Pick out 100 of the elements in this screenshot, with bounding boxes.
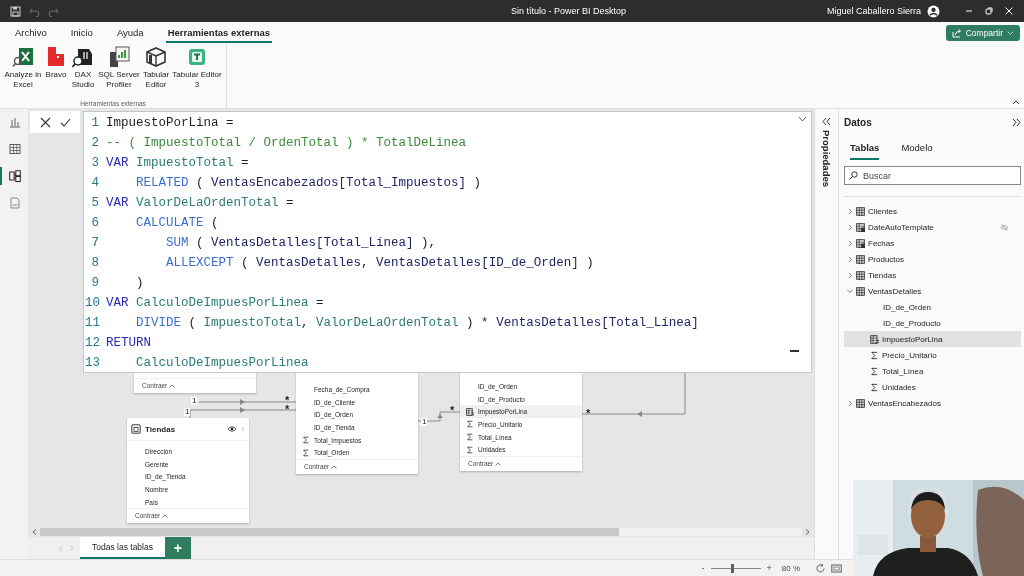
scrollbar[interactable] bbox=[40, 528, 802, 536]
expand-icon[interactable] bbox=[822, 117, 831, 126]
user-avatar-icon[interactable] bbox=[927, 4, 940, 18]
restore-icon[interactable] bbox=[984, 6, 994, 16]
ribbon-tab[interactable]: Ayuda bbox=[114, 23, 146, 43]
ribbon-button[interactable]: Tabular Editor 3 bbox=[172, 44, 222, 92]
fit-to-page-icon[interactable] bbox=[831, 562, 842, 574]
pane-tab[interactable]: Tablas bbox=[850, 140, 880, 160]
code-line: RETURN bbox=[106, 336, 151, 350]
tree-item[interactable]: VentasDetalles bbox=[844, 283, 1021, 299]
tree-item[interactable]: Total_Línea bbox=[844, 363, 1021, 379]
chevron-up-icon bbox=[169, 383, 176, 388]
tree-item[interactable]: Clientes bbox=[844, 203, 1021, 219]
ribbon-button[interactable]: Analyze in Excel bbox=[4, 44, 42, 92]
tree-item[interactable]: ID_de_Orden bbox=[844, 299, 1021, 315]
ribbon-button[interactable]: Bravo bbox=[44, 44, 68, 82]
chevron-right-icon[interactable] bbox=[847, 399, 853, 407]
tabular-editor-icon bbox=[186, 46, 208, 68]
line-number: 11 bbox=[85, 316, 99, 330]
chevron-right-icon[interactable] bbox=[847, 271, 853, 279]
ribbon-tab[interactable]: Archivo bbox=[13, 23, 49, 43]
tree-item[interactable]: Tiendas bbox=[844, 267, 1021, 283]
cardinality-label: * bbox=[284, 405, 291, 413]
relationship-line[interactable] bbox=[189, 407, 297, 419]
formula-editor[interactable] bbox=[83, 111, 812, 373]
share-button[interactable]: Compartir bbox=[945, 25, 1020, 41]
query-icon bbox=[9, 197, 21, 209]
tree-item[interactable]: ImpuestoPorLina bbox=[844, 331, 1021, 347]
search-field[interactable]: Buscar bbox=[844, 166, 1021, 185]
tree-item[interactable]: Fechas bbox=[844, 235, 1021, 251]
cardinality-label: 1 bbox=[191, 397, 198, 405]
line-number: 12 bbox=[85, 336, 99, 350]
tree-item[interactable]: Precio_Unitario bbox=[844, 347, 1021, 363]
cardinality-label: * bbox=[585, 409, 592, 417]
user-name: Miguel Caballero Sierra bbox=[826, 6, 921, 16]
ribbon-button[interactable]: Tabular Editor bbox=[142, 44, 170, 92]
cardinality-label: * bbox=[284, 396, 291, 404]
collapse-icon[interactable] bbox=[1012, 117, 1021, 127]
properties-pane-label[interactable]: Propiedades bbox=[821, 130, 832, 188]
code-line: DIVIDE ( ImpuestoTotal, ValorDeLaOrdenTotal ) * VentasDetalles[Total_Línea] bbox=[135, 316, 699, 330]
line-number: 10 bbox=[85, 296, 99, 310]
line-number: 4 bbox=[90, 176, 99, 190]
search-icon bbox=[849, 171, 858, 180]
cardinality-label: 1 bbox=[421, 418, 428, 426]
ribbon-tab[interactable]: Herramientas externas bbox=[165, 23, 273, 43]
code-line: CalculoDeImpuesPorLinea bbox=[135, 356, 309, 370]
code-line: ImpuestoPorLina = bbox=[106, 116, 234, 130]
code-line: -- ( ImpuestoTotal / OrdenTotal ) * TotalDeLinea bbox=[106, 136, 467, 150]
chevron-up-icon[interactable] bbox=[1012, 99, 1020, 105]
tree-item[interactable]: ID_de_Producto bbox=[844, 315, 1021, 331]
calculated-column-icon bbox=[466, 407, 474, 416]
save-icon[interactable] bbox=[10, 5, 21, 17]
chevron-right-icon[interactable] bbox=[805, 529, 810, 535]
table-icon bbox=[856, 270, 865, 280]
cancel-icon[interactable] bbox=[39, 116, 51, 128]
line-number: 9 bbox=[90, 276, 99, 290]
code-line: VAR ValorDeLaOrdenTotal = bbox=[106, 196, 294, 210]
zoom-out-button[interactable]: - bbox=[700, 563, 706, 573]
chevron-down-icon[interactable] bbox=[798, 116, 807, 122]
window-title: Sin título - Power BI Desktop bbox=[509, 6, 627, 16]
check-icon[interactable] bbox=[59, 116, 71, 128]
tree-item[interactable]: VentasEncabezados bbox=[844, 395, 1021, 411]
chevron-left-icon[interactable] bbox=[32, 529, 37, 535]
hidden-icon[interactable] bbox=[1000, 222, 1009, 232]
line-number: 3 bbox=[90, 156, 99, 170]
code-line: CALCULATE ( bbox=[135, 216, 219, 230]
chevron-up-icon bbox=[162, 513, 169, 518]
cube-icon bbox=[145, 46, 167, 68]
code-line: VAR ImpuestoTotal = bbox=[106, 156, 249, 170]
close-icon[interactable] bbox=[1004, 6, 1014, 16]
page-tab[interactable]: Todas las tablas bbox=[80, 537, 165, 559]
code-line: VAR CalculoDeImpuesPorLinea = bbox=[106, 296, 324, 310]
tree-item[interactable]: Productos bbox=[844, 251, 1021, 267]
code-line: ALLEXCEPT ( VentasDetalles, VentasDetalles[ID_de_Orden] ) bbox=[165, 256, 594, 270]
ribbon-tab[interactable]: Inicio bbox=[68, 23, 95, 43]
relationship-line[interactable] bbox=[417, 411, 461, 422]
chevron-right-icon[interactable] bbox=[847, 239, 853, 247]
table-icon bbox=[856, 398, 865, 408]
chevron-right-icon[interactable] bbox=[847, 207, 853, 215]
relationship-line[interactable] bbox=[198, 399, 297, 405]
chevron-right-icon[interactable] bbox=[847, 223, 853, 231]
table-icon bbox=[856, 206, 865, 216]
add-tab-button[interactable]: + bbox=[164, 537, 191, 559]
line-number: 6 bbox=[90, 216, 99, 230]
eye-icon[interactable] bbox=[227, 424, 237, 434]
pane-tab[interactable]: Modelo bbox=[901, 140, 933, 160]
chevron-right-icon[interactable] bbox=[847, 255, 853, 263]
cardinality-label: * bbox=[449, 406, 456, 414]
refresh-icon[interactable] bbox=[815, 562, 826, 574]
ribbon-button[interactable]: DAX Studio bbox=[70, 44, 96, 92]
line-number: 2 bbox=[90, 136, 99, 150]
table-icon bbox=[856, 286, 865, 296]
line-number: 5 bbox=[90, 196, 99, 210]
calculated-table-icon bbox=[856, 238, 865, 248]
code-line: ) bbox=[135, 276, 144, 290]
tree-item[interactable]: DateAutoTemplate bbox=[844, 219, 1021, 235]
zoom-in-button[interactable]: + bbox=[765, 563, 773, 573]
tree-item[interactable]: Unidades bbox=[844, 379, 1021, 395]
calculated-column-icon bbox=[870, 334, 879, 344]
ribbon-button[interactable]: SQL Server Profiler bbox=[98, 44, 140, 92]
